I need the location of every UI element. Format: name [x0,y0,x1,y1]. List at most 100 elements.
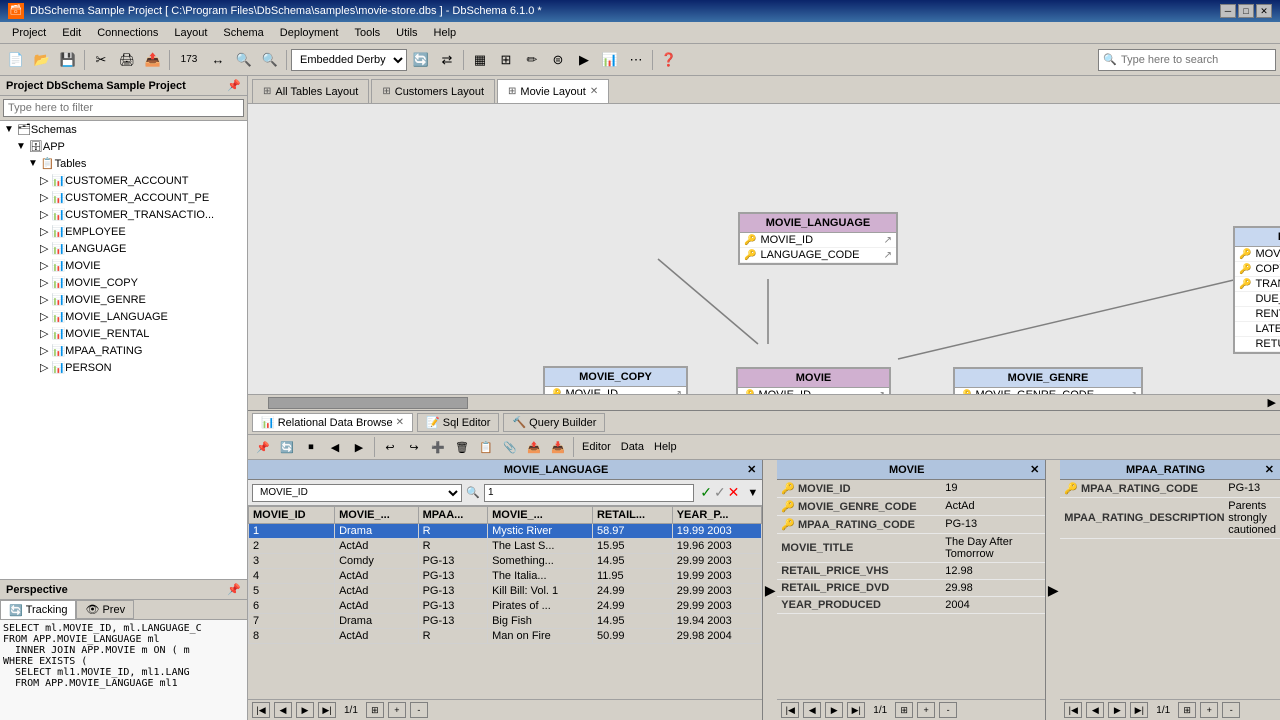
table-movie-rental-header[interactable]: MOVIE_RENTAL [1235,228,1280,247]
mpaa-nav-last[interactable]: ▶| [1130,702,1148,718]
sync-button[interactable]: ⇄ [435,48,459,72]
filter-box[interactable] [0,96,247,121]
close-button[interactable]: ✕ [1256,4,1272,18]
table-row[interactable]: 7 Drama PG-13 Big Fish 14.95 19.94 2003 [249,614,762,629]
filter-ok-button[interactable]: ✓ [700,484,712,501]
bt-back[interactable]: ◀ [324,437,346,457]
filter-alt-button[interactable]: ✓ [714,484,726,501]
table-row[interactable]: 6 ActAd PG-13 Pirates of ... 24.99 29.99… [249,599,762,614]
tree-tables[interactable]: ▼ 📋 Tables [0,155,247,172]
movie-zoom-fit[interactable]: ⊞ [895,702,913,718]
tree-table-customer-account[interactable]: ▷ 📊 CUSTOMER_ACCOUNT [0,172,247,189]
edit2-button[interactable]: ✏ [520,48,544,72]
close-movie-language[interactable]: ✕ [747,463,756,476]
bt-copy[interactable]: 📋 [475,437,497,457]
open-button[interactable]: 📂 [30,48,54,72]
bt-delete[interactable]: 🗑 [451,437,473,457]
zoom-out2[interactable]: - [410,702,428,718]
mpaa-nav-next[interactable]: ▶ [1108,702,1126,718]
close-mpaa-panel[interactable]: ✕ [1265,463,1274,476]
zoom-in2[interactable]: + [388,702,406,718]
table-button[interactable]: ⊞ [494,48,518,72]
zoom-out-button[interactable]: 🔍 [258,48,282,72]
movie-zoom-in[interactable]: + [917,702,935,718]
expand-arrow[interactable]: ▶ [765,582,776,599]
table-movie-copy-header[interactable]: MOVIE_COPY [545,368,686,387]
panel-pin-icon[interactable]: 📌 [227,79,241,92]
bt-refresh[interactable]: 🔄 [276,437,298,457]
new-button[interactable]: 📄 [4,48,28,72]
filter-cancel-button[interactable]: ✕ [728,484,740,501]
scroll-right-button[interactable]: ▶ [1264,396,1280,409]
window-controls[interactable]: ─ □ ✕ [1220,4,1272,18]
mpaa-zoom-in[interactable]: + [1200,702,1218,718]
table-row[interactable]: 8 ActAd R Man on Fire 50.99 29.98 2004 [249,629,762,644]
connection-dropdown[interactable]: Embedded Derby [291,49,407,71]
tracking-tab[interactable]: 🔄 Tracking [0,600,76,619]
menu-connections[interactable]: Connections [89,25,166,41]
table-row[interactable]: 4 ActAd PG-13 The Italia... 11.95 19.99 … [249,569,762,584]
table-row[interactable]: 1 Drama R Mystic River 58.97 19.99 2003 [249,524,762,539]
tab-sql-editor[interactable]: 📝 Sql Editor [417,413,499,432]
table-movie-language[interactable]: MOVIE_LANGUAGE 🔑 MOVIE_ID ↗ 🔑 LANGUAGE_C… [738,212,898,265]
help-button[interactable]: ❓ [657,48,681,72]
close-relational[interactable]: ✕ [396,417,404,428]
movie-nav-next[interactable]: ▶ [825,702,843,718]
tab-relational-browse[interactable]: 📊 Relational Data Browse ✕ [252,413,413,432]
table-row[interactable]: 5 ActAd PG-13 Kill Bill: Vol. 1 24.99 29… [249,584,762,599]
print-button[interactable]: 🖨 [115,48,139,72]
table-movie-rental[interactable]: MOVIE_RENTAL 🔑 MOVIE_ID ↗ 🔑 COPY_NUMBER … [1233,226,1280,354]
nav-first[interactable]: |◀ [252,702,270,718]
tree-app[interactable]: ▼ 🗄 APP [0,138,247,155]
table-row[interactable]: 3 Comdy PG-13 Something... 14.95 29.99 2… [249,554,762,569]
tree-table-customer-account-pe[interactable]: ▷ 📊 CUSTOMER_ACCOUNT_PE [0,189,247,206]
scroll-arrow-middle[interactable]: ▶ [763,460,777,720]
table-movie-language-header[interactable]: MOVIE_LANGUAGE [740,214,896,233]
grid-button[interactable]: ▦ [468,48,492,72]
table-row[interactable]: 2 ActAd R The Last S... 15.95 19.96 2003 [249,539,762,554]
export-button[interactable]: 📤 [141,48,165,72]
resize-button[interactable]: 173 [174,48,204,72]
bt-import[interactable]: 📥 [547,437,569,457]
tab-all-tables[interactable]: ⊞ All Tables Layout [252,79,369,103]
bt-forward[interactable]: ▶ [348,437,370,457]
more-button[interactable]: ⋯ [624,48,648,72]
search-input[interactable] [1121,54,1271,66]
mpaa-nav-prev[interactable]: ◀ [1086,702,1104,718]
perspective-pin-icon[interactable]: 📌 [227,583,241,596]
tree-table-movie-rental[interactable]: ▷ 📊 MOVIE_RENTAL [0,325,247,342]
nav-last[interactable]: ▶| [318,702,336,718]
tree-table-movie[interactable]: ▷ 📊 MOVIE [0,257,247,274]
search-box[interactable]: 🔍 [1098,49,1276,71]
menu-help[interactable]: Help [426,25,465,41]
nav-prev[interactable]: ◀ [274,702,292,718]
maximize-button[interactable]: □ [1238,4,1254,18]
connect-button[interactable]: ↔ [206,48,230,72]
menu-layout[interactable]: Layout [166,25,215,41]
tree-table-language[interactable]: ▷ 📊 LANGUAGE [0,240,247,257]
tab-movie[interactable]: ⊞ Movie Layout ✕ [497,79,609,103]
tab-movie-close[interactable]: ✕ [590,86,598,97]
menu-schema[interactable]: Schema [215,25,271,41]
tree-table-movie-language[interactable]: ▷ 📊 MOVIE_LANGUAGE [0,308,247,325]
bt-export2[interactable]: 📤 [523,437,545,457]
mpaa-zoom-fit[interactable]: ⊞ [1178,702,1196,718]
bt-undo[interactable]: ↩ [379,437,401,457]
tree-table-person[interactable]: ▷ 📊 PERSON [0,359,247,376]
movie-nav-first[interactable]: |◀ [781,702,799,718]
tree-table-employee[interactable]: ▷ 📊 EMPLOYEE [0,223,247,240]
run-button[interactable]: ▶ [572,48,596,72]
movie-zoom-out[interactable]: - [939,702,957,718]
save-button[interactable]: 💾 [56,48,80,72]
refresh-button[interactable]: 🔄 [409,48,433,72]
menu-project[interactable]: Project [4,25,54,41]
menu-utils[interactable]: Utils [388,25,425,41]
tree-table-movie-genre[interactable]: ▷ 📊 MOVIE_GENRE [0,291,247,308]
tab-query-builder[interactable]: 🔨 Query Builder [503,413,605,432]
movie-nav-prev[interactable]: ◀ [803,702,821,718]
tree-table-mpaa-rating[interactable]: ▷ 📊 MPAA_RATING [0,342,247,359]
menu-tools[interactable]: Tools [346,25,388,41]
tab-customers[interactable]: ⊞ Customers Layout [371,79,495,103]
bt-redo[interactable]: ↪ [403,437,425,457]
bt-stop[interactable]: ⏹ [300,437,322,457]
